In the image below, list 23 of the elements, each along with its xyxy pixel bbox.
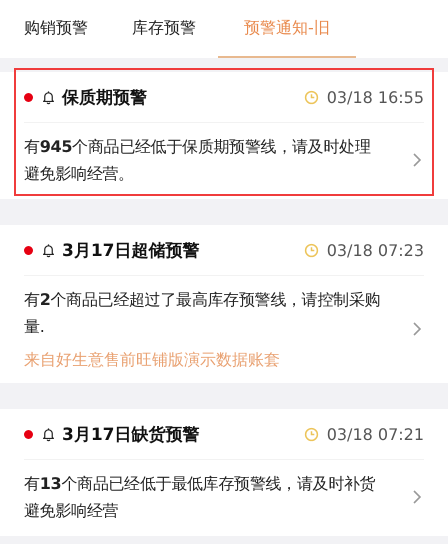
chevron-right-icon (412, 489, 422, 505)
clock-icon (304, 426, 319, 442)
bell-icon (41, 90, 56, 104)
alert-time: 03/18 07:23 (326, 240, 424, 260)
alert-title: 3月17日超储预警 (62, 240, 200, 262)
alert-title: 保质期预警 (62, 86, 148, 108)
bell-icon (41, 242, 56, 258)
alert-message: 有945个商品已经低于保质期预警线，请及时处理避免影响经营。 (24, 136, 372, 185)
alert-message: 有13个商品已经低于最低库存预警线，请及时补货避免影响经营 (24, 473, 376, 522)
clock-icon (304, 90, 319, 104)
tab[interactable]: 库存预警 (110, 0, 218, 58)
chevron-right-icon (412, 152, 422, 168)
clock-icon (304, 242, 319, 258)
chevron-right-icon (412, 320, 422, 336)
alert-message: 有2个商品已经超过了最高库存预警线，请控制采购量. (24, 289, 382, 338)
alert-title: 3月17日缺货预警 (62, 424, 200, 446)
alert-time: 03/18 16:55 (326, 88, 424, 106)
tab[interactable]: 购销预警 (2, 0, 110, 58)
source-text: 来自好生意售前旺铺版演示数据账套 (24, 350, 281, 371)
alert-card[interactable]: 3月17日缺货预警 03/18 07:21 有13个商品已经低于最低库存预警线，请及时补货避免影响经营 (0, 409, 448, 536)
bell-icon (41, 426, 56, 442)
alert-card[interactable]: 3月17日超储预警 03/18 07:23 有2个商品已经超过了最高库存预警线，请控制采购量. 来自好生意售前旺铺版演示数据账套 (0, 225, 448, 383)
alert-time: 03/18 07:21 (326, 424, 424, 444)
